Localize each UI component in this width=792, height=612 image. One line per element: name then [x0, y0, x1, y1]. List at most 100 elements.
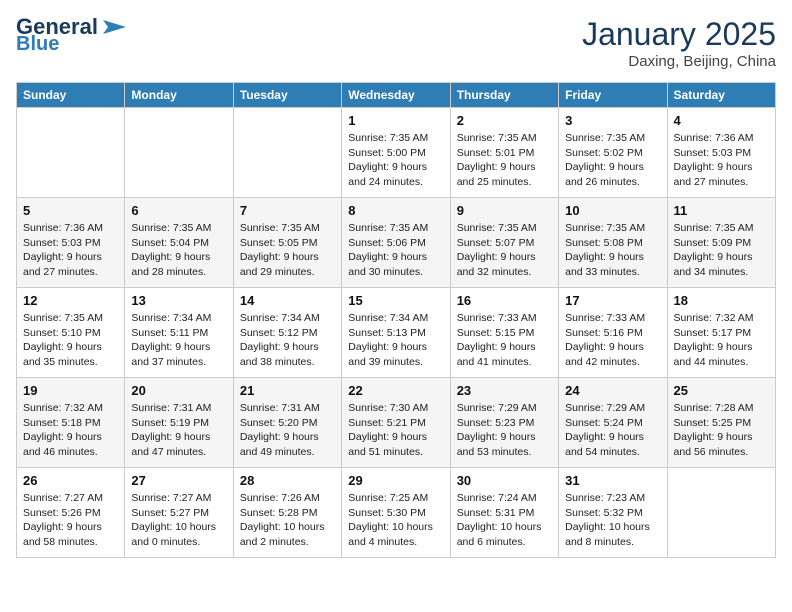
day-info: Sunrise: 7:35 AM Sunset: 5:06 PM Dayligh…	[348, 221, 443, 280]
day-number: 2	[457, 113, 552, 128]
day-info: Sunrise: 7:35 AM Sunset: 5:02 PM Dayligh…	[565, 131, 660, 190]
day-info: Sunrise: 7:33 AM Sunset: 5:16 PM Dayligh…	[565, 311, 660, 370]
calendar-week-row: 12Sunrise: 7:35 AM Sunset: 5:10 PM Dayli…	[17, 288, 776, 378]
calendar-week-row: 1Sunrise: 7:35 AM Sunset: 5:00 PM Daylig…	[17, 108, 776, 198]
calendar-cell: 27 Sunrise: 7:27 AM Sunset: 5:27 PM Dayli…	[125, 468, 233, 558]
day-info: Sunrise: 7:35 AM Sunset: 5:01 PM Dayligh…	[457, 131, 552, 190]
day-info: Sunrise: 7:35 AM Sunset: 5:10 PM Dayligh…	[23, 311, 118, 370]
day-info: Sunrise: 7:32 AM Sunset: 5:17 PM Dayligh…	[674, 311, 769, 370]
calendar-cell: 12Sunrise: 7:35 AM Sunset: 5:10 PM Dayli…	[17, 288, 125, 378]
calendar-cell	[125, 108, 233, 198]
day-info: Sunrise: 7:27 AM Sunset: 5:26 PM Dayligh…	[23, 491, 118, 550]
day-number: 30	[457, 473, 552, 488]
day-number: 7	[240, 203, 335, 218]
calendar-week-row: 19Sunrise: 7:32 AM Sunset: 5:18 PM Dayli…	[17, 378, 776, 468]
day-info: Sunrise: 7:27 AM Sunset: 5:27 PM Dayligh…	[131, 491, 226, 550]
calendar-cell: 24 Sunrise: 7:29 AM Sunset: 5:24 PM Dayli…	[559, 378, 667, 468]
calendar-cell: 16 Sunrise: 7:33 AM Sunset: 5:15 PM Dayli…	[450, 288, 558, 378]
day-number: 31	[565, 473, 660, 488]
calendar-cell: 17 Sunrise: 7:33 AM Sunset: 5:16 PM Dayli…	[559, 288, 667, 378]
calendar-cell: 13 Sunrise: 7:34 AM Sunset: 5:11 PM Dayli…	[125, 288, 233, 378]
day-info: Sunrise: 7:36 AM Sunset: 5:03 PM Dayligh…	[674, 131, 769, 190]
title-block: January 2025 Daxing, Beijing, China	[582, 16, 776, 70]
calendar-cell: 18 Sunrise: 7:32 AM Sunset: 5:17 PM Dayli…	[667, 288, 775, 378]
calendar-weekday-header: Saturday	[667, 83, 775, 108]
calendar-cell: 31 Sunrise: 7:23 AM Sunset: 5:32 PM Dayli…	[559, 468, 667, 558]
day-number: 25	[674, 383, 769, 398]
calendar-cell	[667, 468, 775, 558]
calendar-cell: 14 Sunrise: 7:34 AM Sunset: 5:12 PM Dayli…	[233, 288, 341, 378]
day-info: Sunrise: 7:23 AM Sunset: 5:32 PM Dayligh…	[565, 491, 660, 550]
calendar-cell: 3Sunrise: 7:35 AM Sunset: 5:02 PM Daylig…	[559, 108, 667, 198]
day-number: 4	[674, 113, 769, 128]
calendar-cell: 26 Sunrise: 7:27 AM Sunset: 5:26 PM Dayli…	[17, 468, 125, 558]
calendar-cell: 29Sunrise: 7:25 AM Sunset: 5:30 PM Dayli…	[342, 468, 450, 558]
day-number: 22	[348, 383, 443, 398]
logo-arrow-icon	[98, 16, 128, 38]
calendar-weekday-header: Friday	[559, 83, 667, 108]
day-number: 9	[457, 203, 552, 218]
calendar-header-row: SundayMondayTuesdayWednesdayThursdayFrid…	[17, 83, 776, 108]
day-number: 21	[240, 383, 335, 398]
day-number: 11	[674, 203, 769, 218]
calendar-cell: 30 Sunrise: 7:24 AM Sunset: 5:31 PM Dayli…	[450, 468, 558, 558]
calendar-cell: 6 Sunrise: 7:35 AM Sunset: 5:04 PM Daylig…	[125, 198, 233, 288]
calendar-weekday-header: Tuesday	[233, 83, 341, 108]
day-number: 1	[348, 113, 443, 128]
day-info: Sunrise: 7:35 AM Sunset: 5:08 PM Dayligh…	[565, 221, 660, 280]
day-info: Sunrise: 7:34 AM Sunset: 5:11 PM Dayligh…	[131, 311, 226, 370]
calendar-cell: 1Sunrise: 7:35 AM Sunset: 5:00 PM Daylig…	[342, 108, 450, 198]
day-info: Sunrise: 7:34 AM Sunset: 5:12 PM Dayligh…	[240, 311, 335, 370]
day-info: Sunrise: 7:24 AM Sunset: 5:31 PM Dayligh…	[457, 491, 552, 550]
day-info: Sunrise: 7:35 AM Sunset: 5:09 PM Dayligh…	[674, 221, 769, 280]
day-number: 17	[565, 293, 660, 308]
calendar-cell: 25 Sunrise: 7:28 AM Sunset: 5:25 PM Dayli…	[667, 378, 775, 468]
calendar-cell: 22Sunrise: 7:30 AM Sunset: 5:21 PM Dayli…	[342, 378, 450, 468]
day-number: 26	[23, 473, 118, 488]
day-number: 16	[457, 293, 552, 308]
calendar-week-row: 5 Sunrise: 7:36 AM Sunset: 5:03 PM Daylig…	[17, 198, 776, 288]
calendar-weekday-header: Sunday	[17, 83, 125, 108]
day-number: 10	[565, 203, 660, 218]
calendar-table: SundayMondayTuesdayWednesdayThursdayFrid…	[16, 82, 776, 558]
day-number: 24	[565, 383, 660, 398]
calendar-cell: 9Sunrise: 7:35 AM Sunset: 5:07 PM Daylig…	[450, 198, 558, 288]
calendar-cell	[17, 108, 125, 198]
calendar-week-row: 26 Sunrise: 7:27 AM Sunset: 5:26 PM Dayli…	[17, 468, 776, 558]
day-info: Sunrise: 7:26 AM Sunset: 5:28 PM Dayligh…	[240, 491, 335, 550]
calendar-cell: 7 Sunrise: 7:35 AM Sunset: 5:05 PM Daylig…	[233, 198, 341, 288]
calendar-cell: 5 Sunrise: 7:36 AM Sunset: 5:03 PM Daylig…	[17, 198, 125, 288]
page-header: General Blue January 2025 Daxing, Beijin…	[16, 16, 776, 70]
calendar-cell: 15 Sunrise: 7:34 AM Sunset: 5:13 PM Dayli…	[342, 288, 450, 378]
calendar-cell: 21 Sunrise: 7:31 AM Sunset: 5:20 PM Dayli…	[233, 378, 341, 468]
day-info: Sunrise: 7:35 AM Sunset: 5:05 PM Dayligh…	[240, 221, 335, 280]
day-info: Sunrise: 7:35 AM Sunset: 5:04 PM Dayligh…	[131, 221, 226, 280]
day-info: Sunrise: 7:31 AM Sunset: 5:20 PM Dayligh…	[240, 401, 335, 460]
day-info: Sunrise: 7:36 AM Sunset: 5:03 PM Dayligh…	[23, 221, 118, 280]
day-info: Sunrise: 7:29 AM Sunset: 5:23 PM Dayligh…	[457, 401, 552, 460]
day-number: 23	[457, 383, 552, 398]
calendar-cell: 11 Sunrise: 7:35 AM Sunset: 5:09 PM Dayli…	[667, 198, 775, 288]
day-number: 28	[240, 473, 335, 488]
day-info: Sunrise: 7:25 AM Sunset: 5:30 PM Dayligh…	[348, 491, 443, 550]
day-info: Sunrise: 7:28 AM Sunset: 5:25 PM Dayligh…	[674, 401, 769, 460]
day-number: 8	[348, 203, 443, 218]
day-number: 5	[23, 203, 118, 218]
day-info: Sunrise: 7:29 AM Sunset: 5:24 PM Dayligh…	[565, 401, 660, 460]
day-number: 18	[674, 293, 769, 308]
calendar-cell	[233, 108, 341, 198]
day-number: 6	[131, 203, 226, 218]
calendar-cell: 8 Sunrise: 7:35 AM Sunset: 5:06 PM Daylig…	[342, 198, 450, 288]
logo-blue: Blue	[16, 34, 59, 54]
day-info: Sunrise: 7:34 AM Sunset: 5:13 PM Dayligh…	[348, 311, 443, 370]
calendar-weekday-header: Thursday	[450, 83, 558, 108]
calendar-cell: 19Sunrise: 7:32 AM Sunset: 5:18 PM Dayli…	[17, 378, 125, 468]
calendar-cell: 28 Sunrise: 7:26 AM Sunset: 5:28 PM Dayli…	[233, 468, 341, 558]
calendar-cell: 2 Sunrise: 7:35 AM Sunset: 5:01 PM Daylig…	[450, 108, 558, 198]
day-number: 15	[348, 293, 443, 308]
day-number: 14	[240, 293, 335, 308]
day-number: 13	[131, 293, 226, 308]
day-number: 27	[131, 473, 226, 488]
day-info: Sunrise: 7:33 AM Sunset: 5:15 PM Dayligh…	[457, 311, 552, 370]
calendar-cell: 10 Sunrise: 7:35 AM Sunset: 5:08 PM Dayli…	[559, 198, 667, 288]
